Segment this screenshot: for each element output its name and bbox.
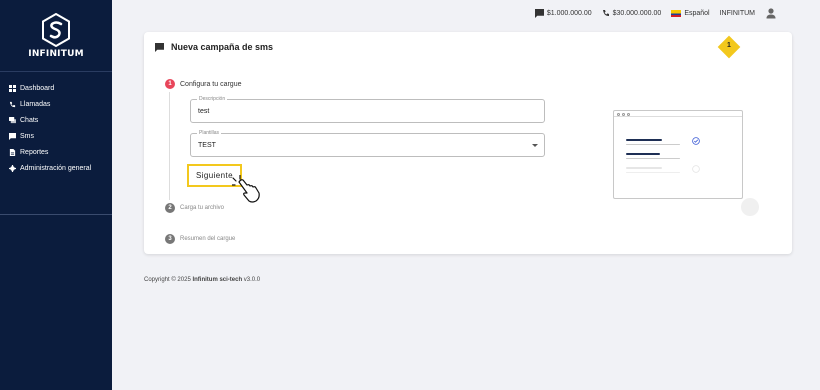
description-field-value: test <box>198 108 210 115</box>
description-field-label: Descripción <box>197 96 228 102</box>
brand-name: INFINITUM <box>28 48 84 59</box>
step-2[interactable]: 2 Carga tu archivo <box>165 203 224 213</box>
window-dot-icon <box>622 112 625 116</box>
step-label: Resumen del cargue <box>180 236 236 242</box>
grid-icon <box>8 84 16 92</box>
top-bar: $1.000.000.00 $30.000.000.00 Español INF… <box>112 0 820 26</box>
sidebar-item-label: Llamadas <box>20 100 51 108</box>
illustration-line <box>626 153 660 155</box>
description-field[interactable]: Descripción test <box>190 96 545 123</box>
decorative-circle <box>741 198 759 216</box>
infinitum-logo-icon <box>42 12 70 47</box>
stepper-connector <box>169 92 170 200</box>
illustration-line <box>626 167 662 169</box>
sidebar-nav: Dashboard Llamadas Chats Sms Reportes Ad… <box>0 72 112 176</box>
window-dot-icon <box>617 112 620 116</box>
sidebar-item-dashboard[interactable]: Dashboard <box>0 80 112 96</box>
user-avatar-icon <box>766 8 776 19</box>
step-3[interactable]: 3 Resumen del cargue <box>165 234 235 244</box>
chats-icon <box>8 116 16 124</box>
message-icon <box>8 132 16 140</box>
illustration-line <box>626 139 662 141</box>
sidebar-item-llamadas[interactable]: Llamadas <box>0 96 112 112</box>
step-number: 1 <box>165 79 175 89</box>
company-name: Infinitum sci-tech <box>192 277 243 283</box>
footer: Copyright © 2025 Infinitum sci-tech v3.0… <box>144 277 260 283</box>
language-label: Español <box>684 9 710 17</box>
sidebar-item-label: Dashboard <box>20 84 55 92</box>
brand[interactable]: INFINITUM <box>0 0 112 72</box>
sidebar-item-label: Chats <box>20 116 39 124</box>
illustration-line <box>626 144 680 145</box>
form-illustration <box>613 110 743 199</box>
step-1[interactable]: 1 Configura tu cargue <box>165 79 241 89</box>
sms-balance-value: $1.000.000.00 <box>546 9 592 17</box>
language-selector[interactable]: Español <box>671 9 710 17</box>
user-menu[interactable]: INFINITUM <box>720 7 780 19</box>
page-title: Nueva campaña de sms <box>171 42 274 52</box>
pointer-hand-icon <box>232 175 260 203</box>
sidebar: INFINITUM Dashboard Llamadas Chats Sms R… <box>0 0 112 390</box>
step-label: Carga tu archivo <box>180 205 225 211</box>
call-balance-value: $30.000.000.00 <box>612 9 662 17</box>
check-circle-icon <box>692 137 700 145</box>
colombia-flag-icon <box>671 9 682 17</box>
illustration-line <box>626 158 680 159</box>
call-balance: $30.000.000.00 <box>602 9 662 17</box>
username: INFINITUM <box>719 9 755 17</box>
card-header: Nueva campaña de sms <box>155 42 273 52</box>
sidebar-item-chats[interactable]: Chats <box>0 112 112 128</box>
sidebar-divider <box>0 214 112 215</box>
gear-icon <box>8 164 16 172</box>
message-icon <box>534 8 544 18</box>
template-select-value: TEST <box>198 142 216 149</box>
copyright-prefix: Copyright © 2025 <box>144 277 193 283</box>
illustration-window-bar <box>614 111 742 117</box>
sidebar-item-label: Sms <box>20 132 34 140</box>
template-select[interactable]: Plantillas TEST <box>190 130 545 157</box>
chevron-down-icon <box>532 144 538 147</box>
step-number: 2 <box>165 203 175 213</box>
sidebar-item-administracion[interactable]: Administración general <box>0 160 112 176</box>
sidebar-item-sms[interactable]: Sms <box>0 128 112 144</box>
tour-badge-number: 1 <box>727 42 731 49</box>
app-version: v3.0.0 <box>242 277 261 283</box>
message-icon <box>155 42 164 52</box>
sidebar-item-label: Administración general <box>20 164 92 172</box>
step-number: 3 <box>165 234 175 244</box>
sidebar-item-label: Reportes <box>20 148 49 156</box>
illustration-line <box>626 172 680 173</box>
step-label: Configura tu cargue <box>180 80 242 88</box>
sms-balance: $1.000.000.00 <box>534 8 592 18</box>
sms-campaign-card: Nueva campaña de sms 1 1 Configura tu ca… <box>144 32 792 254</box>
check-circle-icon <box>692 165 700 173</box>
template-select-label: Plantillas <box>197 130 222 136</box>
phone-icon <box>8 100 16 108</box>
window-dot-icon <box>627 112 630 116</box>
sidebar-item-reportes[interactable]: Reportes <box>0 144 112 160</box>
phone-icon <box>602 10 609 17</box>
report-icon <box>8 148 16 156</box>
